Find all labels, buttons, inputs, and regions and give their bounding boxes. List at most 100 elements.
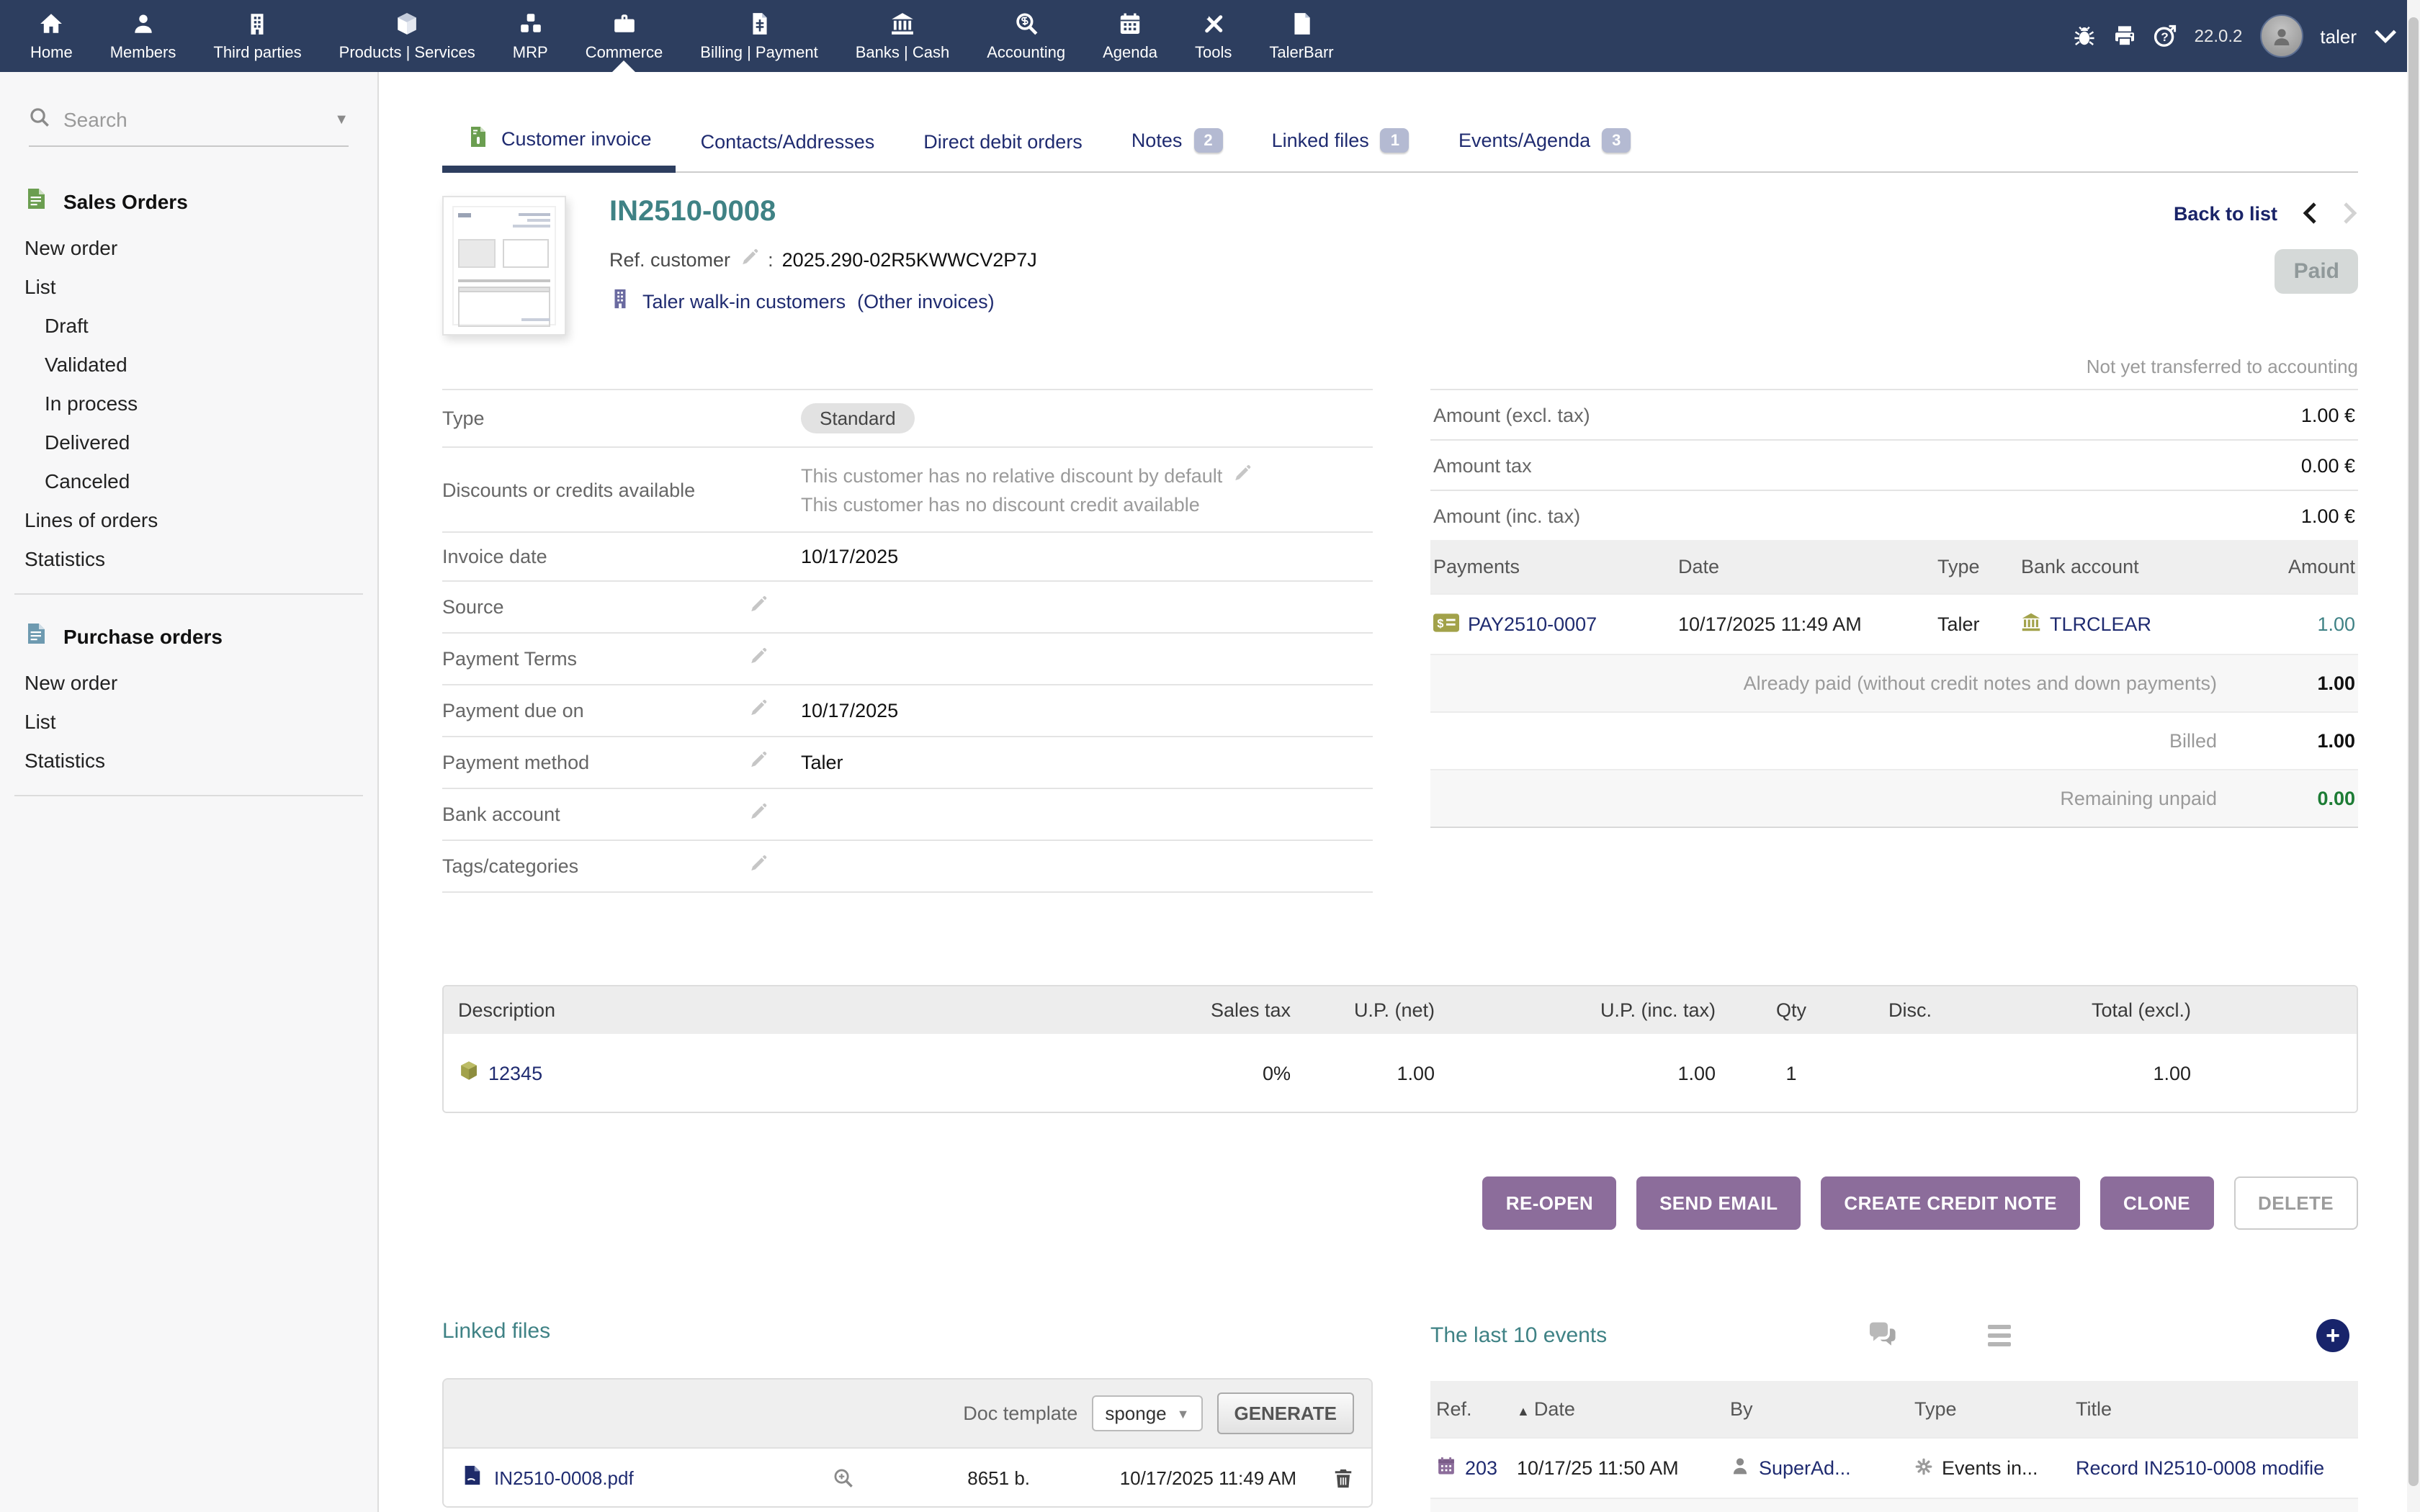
payment-amount-link[interactable]: 1.00	[2317, 613, 2355, 635]
sidebar-section-purchase-orders[interactable]: Purchase orders	[0, 611, 377, 662]
sidebar-item-lines-of-orders[interactable]: Lines of orders	[0, 500, 377, 539]
doc-template-select[interactable]: sponge ▼	[1092, 1395, 1202, 1431]
sidebar-item-list[interactable]: List	[0, 266, 377, 305]
top-navbar: Home Members Third parties Products | Se…	[0, 0, 2420, 72]
tab-label: Customer invoice	[501, 128, 652, 150]
clone-button[interactable]: CLONE	[2100, 1176, 2213, 1230]
invoice-lines-table: Description Sales tax U.P. (net) U.P. (i…	[442, 985, 2358, 1113]
search-input[interactable]	[63, 108, 321, 131]
payments-col-header: Payments	[1430, 540, 1675, 594]
edit-pencil-icon[interactable]	[748, 805, 768, 827]
amount-tax-value: 0.00 €	[2108, 440, 2358, 490]
edit-pencil-icon[interactable]	[748, 701, 768, 723]
bug-report-icon[interactable]	[2074, 24, 2097, 48]
linked-file-link[interactable]: IN2510-0008.pdf	[494, 1467, 634, 1488]
print-icon[interactable]	[2114, 24, 2137, 48]
sidebar-item-validated[interactable]: Validated	[0, 344, 377, 383]
preview-zoom-icon[interactable]	[814, 1467, 871, 1488]
tab-label: Contacts/Addresses	[701, 131, 875, 153]
add-event-button[interactable]: +	[2316, 1319, 2349, 1352]
tab-customer-invoice[interactable]: Customer invoice	[442, 112, 676, 171]
event-title-link[interactable]: Record IN2510-0008 modifie	[2076, 1457, 2324, 1479]
edit-pencil-icon[interactable]	[748, 857, 768, 878]
list-view-icon[interactable]	[1987, 1325, 2010, 1346]
notes-count-badge: 2	[1193, 128, 1222, 153]
sidebar-item-po-statistics[interactable]: Statistics	[0, 740, 377, 779]
lines-header-row: Description Sales tax U.P. (net) U.P. (i…	[444, 986, 2357, 1034]
reopen-button[interactable]: RE-OPEN	[1483, 1176, 1616, 1230]
create-credit-note-button[interactable]: CREATE CREDIT NOTE	[1821, 1176, 2080, 1230]
bank-icon	[890, 11, 915, 40]
nav-tools[interactable]: Tools	[1176, 0, 1250, 72]
user-avatar[interactable]	[2259, 14, 2303, 58]
sidebar-section-sales-orders[interactable]: Sales Orders	[0, 176, 377, 228]
nav-banks[interactable]: Banks | Cash	[837, 0, 968, 72]
help-icon[interactable]: ?	[2154, 24, 2177, 48]
nav-members[interactable]: Members	[91, 0, 195, 72]
pdf-file-icon	[461, 1464, 483, 1490]
nav-billing[interactable]: Billing | Payment	[681, 0, 836, 72]
edit-pencil-icon[interactable]	[739, 248, 759, 272]
tab-direct-debit-orders[interactable]: Direct debit orders	[899, 118, 1107, 171]
nav-accounting[interactable]: Accounting	[968, 0, 1084, 72]
edit-pencil-icon[interactable]	[748, 753, 768, 775]
sidebar-item-po-new-order[interactable]: New order	[0, 662, 377, 701]
product-link[interactable]: 12345	[488, 1062, 542, 1084]
payments-header-row: Payments Date Type Bank account Amount	[1430, 540, 2358, 594]
tags-value	[801, 840, 1373, 892]
nav-mrp[interactable]: MRP	[494, 0, 567, 72]
chevron-down-icon[interactable]	[2374, 24, 2397, 48]
bank-account-link[interactable]: TLRCLEAR	[2050, 613, 2151, 635]
sidebar-item-draft[interactable]: Draft	[0, 305, 377, 344]
payment-ref-link[interactable]: PAY2510-0007	[1468, 613, 1597, 635]
tab-notes[interactable]: Notes 2	[1107, 115, 1247, 171]
edit-pencil-icon[interactable]	[748, 649, 768, 671]
events-col-header[interactable]: Date	[1534, 1398, 1575, 1420]
nav-commerce[interactable]: Commerce	[567, 0, 682, 72]
generate-button[interactable]: GENERATE	[1216, 1392, 1354, 1434]
amounts-table: Amount (excl. tax) 1.00 € Amount tax 0.0…	[1430, 389, 2358, 540]
nav-agenda[interactable]: Agenda	[1084, 0, 1176, 72]
sidebar-item-statistics[interactable]: Statistics	[0, 539, 377, 577]
tab-linked-files[interactable]: Linked files 1	[1247, 115, 1434, 171]
username[interactable]: taler	[2320, 25, 2357, 47]
event-ref-link[interactable]: 203	[1465, 1457, 1497, 1479]
payment-type: Taler	[1935, 594, 2018, 654]
sidebar-search: ▼	[29, 107, 349, 147]
bank-account-value	[801, 788, 1373, 840]
nav-label: Tools	[1195, 44, 1232, 61]
event-by-link[interactable]: SuperAd...	[1759, 1457, 1851, 1479]
events-col-header[interactable]: By	[1724, 1381, 1909, 1438]
events-col-header[interactable]: Title	[2070, 1381, 2358, 1438]
delete-button[interactable]: DELETE	[2233, 1176, 2358, 1230]
sidebar-item-canceled[interactable]: Canceled	[0, 461, 377, 500]
delete-file-icon[interactable]	[1296, 1467, 1354, 1488]
nav-talerbarr[interactable]: TalerBarr	[1250, 0, 1352, 72]
send-email-button[interactable]: SEND EMAIL	[1636, 1176, 1801, 1230]
svg-text:$: $	[1437, 616, 1443, 629]
nav-products[interactable]: Products | Services	[321, 0, 494, 72]
events-col-header[interactable]: Type	[1909, 1381, 2070, 1438]
previous-invoice-icon[interactable]	[2302, 202, 2318, 225]
sidebar-item-po-list[interactable]: List	[0, 701, 377, 740]
amount-excl-value: 1.00 €	[2108, 390, 2358, 440]
back-to-list-link[interactable]: Back to list	[2174, 202, 2277, 224]
company-link[interactable]: Taler walk-in customers	[642, 290, 846, 312]
messages-icon[interactable]	[1866, 1319, 1898, 1352]
events-col-header[interactable]: Ref.	[1430, 1381, 1511, 1438]
nav-third-parties[interactable]: Third parties	[194, 0, 320, 72]
other-invoices-link[interactable]: (Other invoices)	[857, 290, 995, 312]
search-dropdown-icon[interactable]: ▼	[334, 112, 349, 127]
nav-home[interactable]: Home	[12, 0, 91, 72]
sidebar-item-new-order[interactable]: New order	[0, 228, 377, 266]
sidebar-item-in-process[interactable]: In process	[0, 383, 377, 422]
scrollbar-thumb[interactable]	[2408, 17, 2419, 1486]
vertical-scrollbar[interactable]	[2407, 0, 2420, 1512]
edit-pencil-icon[interactable]	[1231, 464, 1251, 488]
edit-pencil-icon[interactable]	[748, 598, 768, 619]
invoice-preview-thumbnail[interactable]	[442, 196, 566, 336]
tab-contacts-addresses[interactable]: Contacts/Addresses	[676, 118, 900, 171]
tab-events-agenda[interactable]: Events/Agenda 3	[1434, 115, 1655, 171]
sidebar-item-delivered[interactable]: Delivered	[0, 422, 377, 461]
calendar-icon	[1118, 11, 1142, 40]
